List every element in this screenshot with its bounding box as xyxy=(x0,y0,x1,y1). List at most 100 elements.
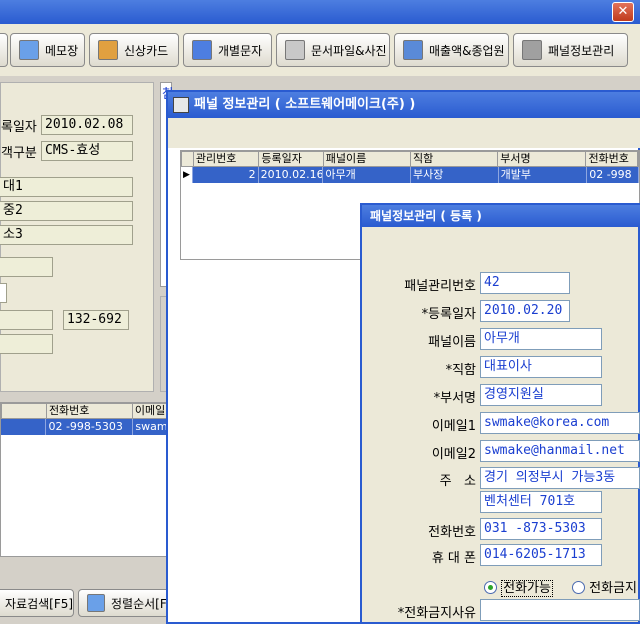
memo-button-label: 메모장 xyxy=(45,43,79,58)
mobile-label: 휴 대 폰 xyxy=(431,551,476,566)
grid-header-phone[interactable]: 전화번호 xyxy=(586,152,638,166)
reg-date-field[interactable]: 2010.02.20 xyxy=(480,300,570,322)
department-field[interactable]: 경영지원실 xyxy=(480,384,602,406)
reg-date-field[interactable]: 2010.02.08 xyxy=(41,115,133,135)
grid-header-id[interactable]: 관리번호 xyxy=(194,152,260,166)
main-titlebar xyxy=(0,0,640,24)
type-label: 객구분 xyxy=(1,146,37,161)
profile-card-button[interactable]: 신상카드 xyxy=(89,33,179,67)
close-icon[interactable]: ✕ xyxy=(612,2,634,22)
call-blocked-radio[interactable]: 전화금지 xyxy=(572,577,640,596)
panel-id-label: 패널관리번호 xyxy=(404,279,476,294)
panel-id-field[interactable]: 42 xyxy=(480,272,570,294)
document-photo-button[interactable]: 문서파일&사진 xyxy=(276,33,390,67)
grid-cell-blank xyxy=(1,419,47,435)
chart-icon xyxy=(403,40,423,60)
document-label: 문서파일&사진 xyxy=(311,43,387,58)
reg-date-label-text: 등록일자 xyxy=(428,307,476,322)
address-line2-field[interactable]: 벤처센터 701호 xyxy=(480,491,602,513)
blank-field-1[interactable] xyxy=(0,257,53,277)
panel-info-label: 패널정보관리 xyxy=(548,43,615,58)
grid-header-dept[interactable]: 부서명 xyxy=(498,152,587,166)
block-reason-label: *전화금지사유 xyxy=(397,606,476,621)
sort-button-label: 정렬순서[F xyxy=(111,596,167,611)
address-field[interactable] xyxy=(0,310,53,330)
grid-header-name[interactable]: 패널이름 xyxy=(324,152,411,166)
radio-unchecked-icon xyxy=(572,581,585,594)
panel-window-toolbar xyxy=(168,118,640,148)
customer-grid: 전화번호 이메일 02 -998-5303 swamk xyxy=(0,402,170,557)
address-line1-field[interactable]: 경기 의정부시 가능3동 xyxy=(480,467,640,489)
panel-info-button[interactable]: 패널정보관리 xyxy=(513,33,628,67)
reg-date-label: 록일자 xyxy=(1,120,37,135)
grid-cell-name: 아무개 xyxy=(323,167,411,183)
email1-field[interactable]: swmake@korea.com xyxy=(480,412,640,434)
panel-grid-header: 관리번호 등록일자 패널이름 직함 부서명 전화번호 xyxy=(181,151,639,167)
reg-window-titlebar: 패널정보관리 ( 등록 ) xyxy=(362,205,640,227)
memo-button[interactable]: 메모장 xyxy=(10,33,85,67)
panel-name-label: 패널이름 xyxy=(428,335,476,350)
department-label: *부서명 xyxy=(433,391,476,406)
job-title-field[interactable]: 대표이사 xyxy=(480,356,602,378)
window-icon xyxy=(173,97,189,113)
profile-card-label: 신상카드 xyxy=(124,43,169,58)
sms-label: 개별문자 xyxy=(218,43,263,58)
category-large-field[interactable]: 대1 xyxy=(0,177,133,197)
toolbar-button-partial[interactable] xyxy=(0,33,8,67)
toolbar: 메모장 신상카드 개별문자 문서파일&사진 매출액&종업원 패널정보관리 xyxy=(0,24,640,76)
email2-label: 이메일2 xyxy=(431,447,476,462)
block-reason-field[interactable] xyxy=(480,599,640,621)
blank-field-2[interactable] xyxy=(0,283,7,303)
grid-header-title[interactable]: 직함 xyxy=(411,152,499,166)
call-allowed-radio[interactable]: 전화가능 xyxy=(484,577,553,597)
zip-field[interactable]: 132-692 xyxy=(63,310,129,330)
job-title-label: *직함 xyxy=(445,363,476,378)
panel-registration-window: 패널정보관리 ( 등록 ) 패널관리번호 42 *등록일자 2010.02.20… xyxy=(360,203,640,624)
category-mid-field[interactable]: 중2 xyxy=(0,201,133,221)
blank-field-3[interactable] xyxy=(0,334,53,354)
phone-field[interactable]: 031 -873-5303 xyxy=(480,518,602,540)
notepad-icon xyxy=(19,40,39,60)
panel-window-title: 패널 정보관리 ( 소프트웨어메이크(주) ) xyxy=(194,97,416,112)
sales-label: 매출액&종업원 xyxy=(429,43,505,58)
grid-header: 전화번호 이메일 xyxy=(1,403,169,419)
mobile-field[interactable]: 014-6205-1713 xyxy=(480,544,602,566)
search-button-label: 자료검색[F5] xyxy=(5,596,74,611)
grid-header-date[interactable]: 등록일자 xyxy=(259,152,324,166)
address-label: 주 소 xyxy=(439,474,476,489)
table-row[interactable]: 02 -998-5303 swamk xyxy=(1,419,169,435)
grid-header-blank xyxy=(2,404,47,418)
sales-employee-button[interactable]: 매출액&종업원 xyxy=(394,33,509,67)
sort-icon xyxy=(87,594,105,612)
sort-order-button[interactable]: 정렬순서[F xyxy=(78,589,170,617)
grid-header-phone[interactable]: 전화번호 xyxy=(47,404,133,418)
call-blocked-label: 전화금지 xyxy=(589,581,637,596)
search-button[interactable]: 자료검색[F5] xyxy=(0,589,74,617)
grid-header-indicator xyxy=(182,152,194,166)
grid-cell-phone: 02 -998 xyxy=(587,167,639,183)
type-field[interactable]: CMS-효성 xyxy=(41,141,133,161)
individual-sms-button[interactable]: 개별문자 xyxy=(183,33,272,67)
reg-date-label: *등록일자 xyxy=(421,307,476,322)
table-row[interactable]: ▶ 2 2010.02.16 아무개 부사장 개발부 02 -998 xyxy=(181,167,639,183)
email1-label: 이메일1 xyxy=(431,419,476,434)
email2-field[interactable]: swmake@hanmail.net xyxy=(480,440,640,462)
grid-cell-title: 부사장 xyxy=(411,167,499,183)
grid-cell-id: 2 xyxy=(193,167,259,183)
job-title-label-text: 직함 xyxy=(452,363,476,378)
grid-cell-email: swamk xyxy=(135,419,169,435)
reg-window-title: 패널정보관리 ( 등록 ) xyxy=(370,209,482,223)
department-label-text: 부서명 xyxy=(440,391,476,406)
category-small-field[interactable]: 소3 xyxy=(0,225,133,245)
people-icon xyxy=(522,40,542,60)
grid-cell-phone: 02 -998-5303 xyxy=(46,419,134,435)
grid-cell-date: 2010.02.16 xyxy=(260,167,324,183)
grid-cell-dept: 개발부 xyxy=(499,167,588,183)
row-pointer-icon: ▶ xyxy=(181,167,193,183)
card-icon xyxy=(98,40,118,60)
phone-label: 전화번호 xyxy=(428,525,476,540)
customer-form-panel: 록일자 2010.02.08 객구분 CMS-효성 대1 중2 소3 132-6… xyxy=(0,82,154,392)
block-reason-label-text: 전화금지사유 xyxy=(404,606,476,621)
panel-name-field[interactable]: 아무개 xyxy=(480,328,602,350)
grid-header-email[interactable]: 이메일 xyxy=(133,404,169,418)
